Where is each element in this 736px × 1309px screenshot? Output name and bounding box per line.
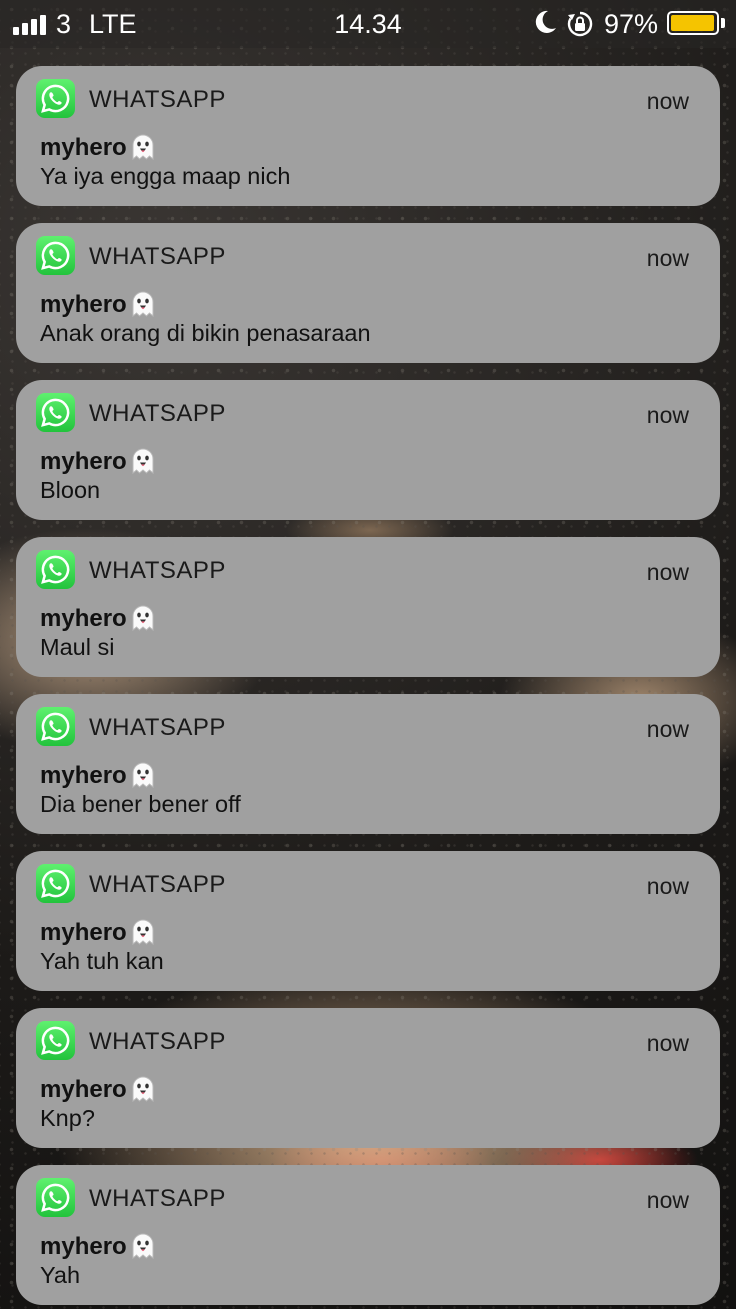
notification-sender: myhero [40, 448, 127, 475]
notification-app-name: WHATSAPP [89, 557, 226, 584]
notification-time: now [646, 716, 689, 742]
notification-message: Dia bener bener off [40, 791, 241, 817]
whatsapp-icon [36, 393, 75, 432]
whatsapp-icon [36, 550, 75, 589]
notification-time: now [646, 245, 689, 271]
notification-time: now [646, 559, 689, 585]
do-not-disturb-moon-icon [535, 10, 556, 33]
notification-card[interactable]: WHATSAPP now myhero Yah tuh kan [16, 851, 720, 991]
notification-sender: myhero [40, 605, 127, 632]
orientation-lock-icon [567, 11, 593, 37]
notification-time: now [646, 88, 689, 114]
ghost-icon [132, 919, 154, 946]
notification-app-name: WHATSAPP [89, 400, 226, 427]
notification-time: now [646, 873, 689, 899]
notification-card[interactable]: WHATSAPP now myhero Dia bener bener off [16, 694, 720, 834]
notification-app-name: WHATSAPP [89, 86, 226, 113]
notification-sender: myhero [40, 134, 127, 161]
whatsapp-icon [36, 864, 75, 903]
notification-message: Anak orang di bikin penasaraan [40, 320, 371, 346]
battery-nub [721, 18, 725, 28]
notification-time: now [646, 1187, 689, 1213]
ghost-icon [132, 1233, 154, 1260]
notification-message: Yah [40, 1262, 81, 1288]
whatsapp-icon [36, 707, 75, 746]
notification-message: Knp? [40, 1105, 95, 1131]
notification-app-name: WHATSAPP [89, 1185, 226, 1212]
notification-card[interactable]: WHATSAPP now myhero Maul si [16, 537, 720, 677]
notification-sender: myhero [40, 762, 127, 789]
ghost-icon [132, 762, 154, 789]
ghost-icon [132, 291, 154, 318]
ghost-icon [132, 1076, 154, 1103]
notification-card[interactable]: WHATSAPP now myhero Bloon [16, 380, 720, 520]
notification-card[interactable]: WHATSAPP now myhero Anak orang di bikin … [16, 223, 720, 363]
notification-app-name: WHATSAPP [89, 243, 226, 270]
notification-message: Yah tuh kan [40, 948, 164, 974]
notification-time: now [646, 1030, 689, 1056]
notification-app-name: WHATSAPP [89, 1028, 226, 1055]
ghost-icon [132, 448, 154, 475]
notification-sender: myhero [40, 291, 127, 318]
battery-icon [667, 11, 719, 35]
notification-card[interactable]: WHATSAPP now myhero Knp? [16, 1008, 720, 1148]
notification-sender: myhero [40, 919, 127, 946]
notification-card[interactable]: WHATSAPP now myhero Yah [16, 1165, 720, 1305]
ghost-icon [132, 134, 154, 161]
notification-sender: myhero [40, 1233, 127, 1260]
whatsapp-icon [36, 1178, 75, 1217]
notification-message: Maul si [40, 634, 115, 660]
notification-message: Ya iya engga maap nich [40, 163, 291, 189]
notification-app-name: WHATSAPP [89, 714, 226, 741]
notification-card[interactable]: WHATSAPP now myhero Ya iya engga maap ni… [16, 66, 720, 206]
notification-time: now [646, 402, 689, 428]
status-bar: 3 LTE 14.34 97% [0, 0, 736, 48]
ghost-icon [132, 605, 154, 632]
battery-percentage: 97% [604, 9, 659, 39]
notification-sender: myhero [40, 1076, 127, 1103]
notification-message: Bloon [40, 477, 101, 503]
notification-app-name: WHATSAPP [89, 871, 226, 898]
whatsapp-icon [36, 79, 75, 118]
whatsapp-icon [36, 236, 75, 275]
whatsapp-icon [36, 1021, 75, 1060]
